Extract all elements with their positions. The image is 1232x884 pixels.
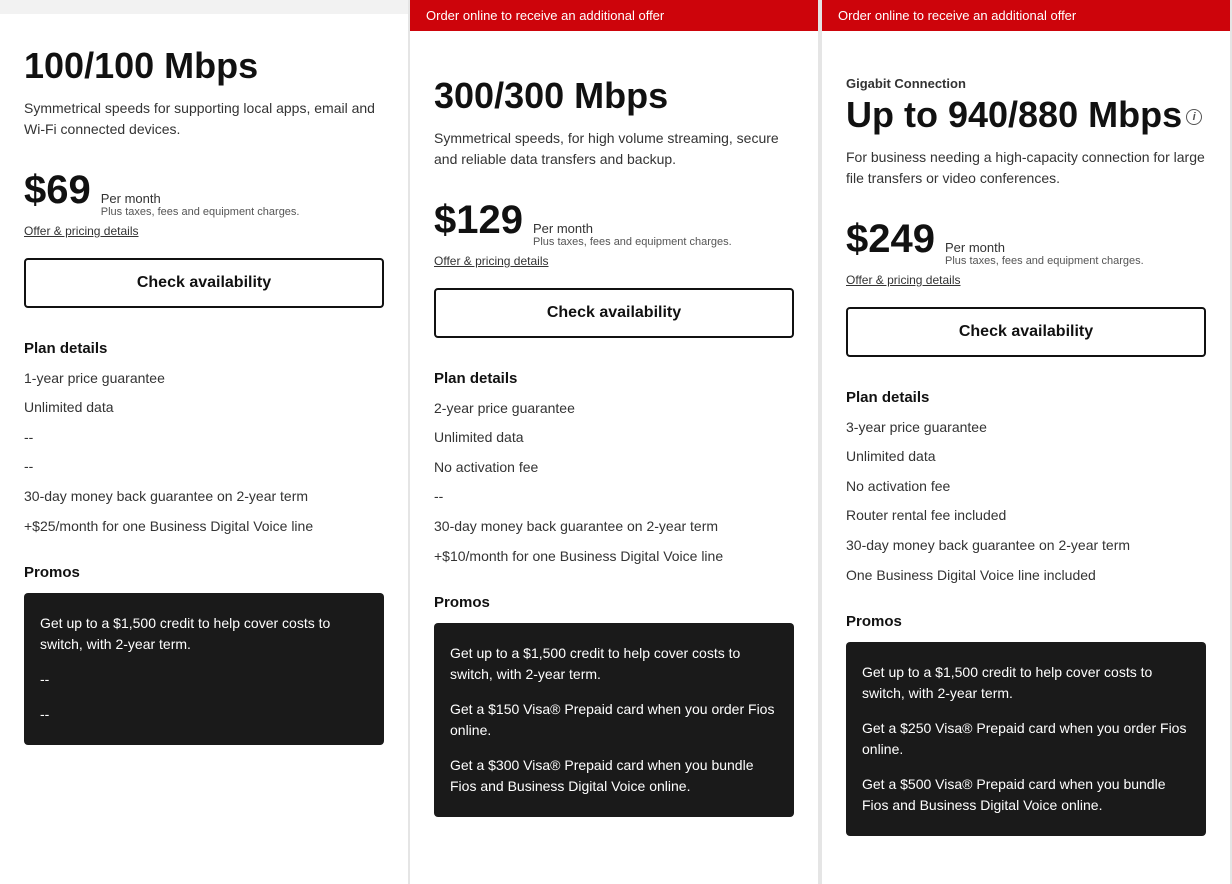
plan-price-row: $69 Per month Plus taxes, fees and equip… — [24, 168, 384, 218]
plan-feature-0: 3-year price guarantee — [846, 418, 1206, 438]
plan-price: $129 — [434, 198, 523, 243]
plan-price-detail: Per month Plus taxes, fees and equipment… — [101, 191, 300, 218]
plan-feature-5: One Business Digital Voice line included — [846, 566, 1206, 586]
plan-feature-0: 1-year price guarantee — [24, 369, 384, 389]
plan-description: Symmetrical speeds, for high volume stre… — [434, 128, 794, 178]
promo-box: Get up to a $1,500 credit to help cover … — [24, 593, 384, 745]
plan-speed: 300/300 Mbps — [434, 76, 794, 116]
plan-price-row: $249 Per month Plus taxes, fees and equi… — [846, 217, 1206, 267]
plan-feature-4: 30-day money back guarantee on 2-year te… — [24, 487, 384, 507]
check-availability-button[interactable]: Check availability — [434, 288, 794, 338]
plan-price: $249 — [846, 217, 935, 262]
plan-feature-1: Unlimited data — [846, 447, 1206, 467]
plan-price-detail: Per month Plus taxes, fees and equipment… — [945, 240, 1144, 267]
offer-pricing-link[interactable]: Offer & pricing details — [846, 273, 961, 287]
promo-item-2: -- — [40, 704, 368, 725]
offer-pricing-link[interactable]: Offer & pricing details — [434, 254, 549, 268]
plan-feature-5: +$25/month for one Business Digital Voic… — [24, 517, 384, 537]
promo-item-1: Get a $250 Visa® Prepaid card when you o… — [862, 718, 1190, 760]
plan-feature-4: 30-day money back guarantee on 2-year te… — [434, 517, 794, 537]
promo-item-0: Get up to a $1,500 credit to help cover … — [40, 613, 368, 655]
plan-top: Gigabit Connection Up to 940/880 Mbpsi For… — [846, 76, 1206, 389]
taxes-label: Plus taxes, fees and equipment charges. — [533, 236, 732, 248]
plan-feature-3: -- — [434, 487, 794, 507]
check-availability-button[interactable]: Check availability — [24, 258, 384, 308]
plan-description: Symmetrical speeds for supporting local … — [24, 98, 384, 148]
promo-item-0: Get up to a $1,500 credit to help cover … — [450, 643, 778, 685]
plan-feature-3: Router rental fee included — [846, 506, 1206, 526]
per-month-label: Per month — [533, 221, 732, 236]
promo-item-1: -- — [40, 669, 368, 690]
plan-card-plan-100: 100/100 Mbps Symmetrical speeds for suppo… — [0, 14, 408, 884]
plan-top: 100/100 Mbps Symmetrical speeds for suppo… — [24, 46, 384, 340]
plan-description: For business needing a high-capacity con… — [846, 147, 1206, 197]
plan-details-heading: Plan details — [846, 389, 1206, 406]
promos-heading: Promos — [24, 564, 384, 581]
promos-heading: Promos — [434, 594, 794, 611]
plan-top: 300/300 Mbps Symmetrical speeds, for high… — [434, 76, 794, 370]
promos-heading: Promos — [846, 613, 1206, 630]
plan-feature-2: -- — [24, 428, 384, 448]
taxes-label: Plus taxes, fees and equipment charges. — [101, 206, 300, 218]
plan-feature-3: -- — [24, 457, 384, 477]
plan-details-heading: Plan details — [24, 340, 384, 357]
plan-details-heading: Plan details — [434, 370, 794, 387]
per-month-label: Per month — [101, 191, 300, 206]
order-banner: Order online to receive an additional of… — [410, 0, 818, 31]
plan-feature-2: No activation fee — [434, 458, 794, 478]
plan-speed: 100/100 Mbps — [24, 46, 384, 86]
plan-feature-1: Unlimited data — [434, 428, 794, 448]
plan-card-plan-300: Order online to receive an additional of… — [408, 0, 820, 884]
plan-feature-2: No activation fee — [846, 477, 1206, 497]
plan-tag: Gigabit Connection — [846, 76, 1206, 91]
promo-item-0: Get up to a $1,500 credit to help cover … — [862, 662, 1190, 704]
promo-item-2: Get a $300 Visa® Prepaid card when you b… — [450, 755, 778, 797]
plan-feature-1: Unlimited data — [24, 398, 384, 418]
promo-box: Get up to a $1,500 credit to help cover … — [846, 642, 1206, 836]
plan-speed: Up to 940/880 Mbpsi — [846, 95, 1206, 135]
promo-item-2: Get a $500 Visa® Prepaid card when you b… — [862, 774, 1190, 816]
promo-item-1: Get a $150 Visa® Prepaid card when you o… — [450, 699, 778, 741]
plan-price-row: $129 Per month Plus taxes, fees and equi… — [434, 198, 794, 248]
plan-card-plan-940: Order online to receive an additional of… — [820, 0, 1232, 884]
plan-feature-4: 30-day money back guarantee on 2-year te… — [846, 536, 1206, 556]
promo-box: Get up to a $1,500 credit to help cover … — [434, 623, 794, 817]
taxes-label: Plus taxes, fees and equipment charges. — [945, 255, 1144, 267]
check-availability-button[interactable]: Check availability — [846, 307, 1206, 357]
plan-feature-5: +$10/month for one Business Digital Voic… — [434, 547, 794, 567]
info-icon[interactable]: i — [1186, 109, 1202, 125]
plans-container: 100/100 Mbps Symmetrical speeds for suppo… — [0, 0, 1232, 884]
offer-pricing-link[interactable]: Offer & pricing details — [24, 224, 139, 238]
per-month-label: Per month — [945, 240, 1144, 255]
plan-feature-0: 2-year price guarantee — [434, 399, 794, 419]
plan-price: $69 — [24, 168, 91, 213]
order-banner: Order online to receive an additional of… — [822, 0, 1230, 31]
plan-price-detail: Per month Plus taxes, fees and equipment… — [533, 221, 732, 248]
